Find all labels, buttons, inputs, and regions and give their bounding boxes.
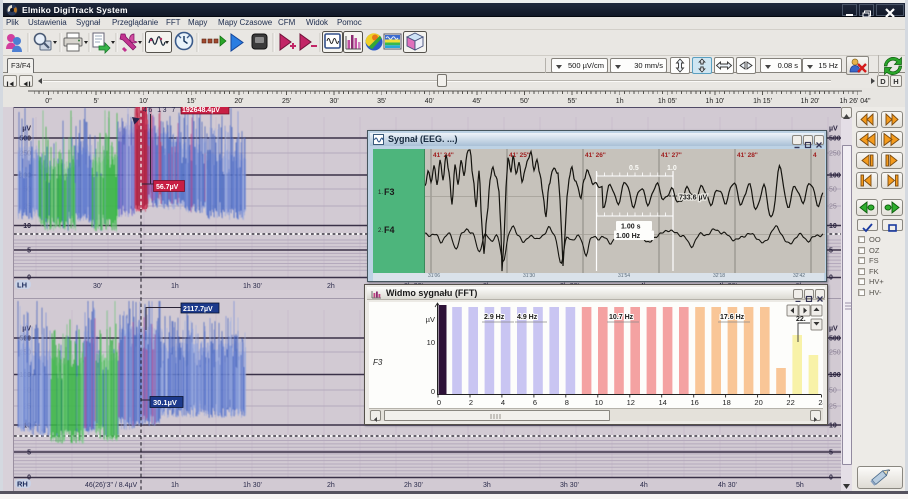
svg-text:733.6 µV: 733.6 µV	[679, 195, 707, 202]
svg-text:µV: µV	[829, 126, 838, 133]
svg-text:17.6 Hz: 17.6 Hz	[720, 314, 745, 321]
svg-text:1h: 1h	[616, 98, 624, 105]
svg-text:20: 20	[754, 398, 762, 407]
svg-text:56.7µV: 56.7µV	[156, 184, 179, 191]
svg-text:2.9 Hz: 2.9 Hz	[484, 314, 505, 321]
svg-text:1h: 1h	[171, 482, 179, 489]
svg-text:6: 6	[533, 398, 537, 407]
svg-text:0: 0	[437, 398, 441, 407]
svg-text:46(26)'3" / 8.4µV: 46(26)'3" / 8.4µV	[85, 482, 138, 489]
svg-text:1.0: 1.0	[667, 165, 677, 172]
svg-text:5: 5	[829, 450, 833, 457]
svg-text:1h 26' 04": 1h 26' 04"	[839, 98, 871, 105]
svg-text:25': 25'	[282, 98, 291, 105]
svg-text:20': 20'	[234, 98, 243, 105]
svg-text:41' 26": 41' 26"	[585, 152, 606, 159]
svg-text:46 13 7 8: 46 13 7 8	[143, 107, 186, 114]
svg-text:1h 15': 1h 15'	[753, 98, 772, 105]
svg-text:50: 50	[829, 187, 837, 194]
svg-text:5: 5	[27, 248, 31, 255]
svg-text:100: 100	[829, 372, 841, 379]
svg-text:1.00 Hz: 1.00 Hz	[616, 233, 641, 240]
svg-text:1h 10': 1h 10'	[705, 98, 724, 105]
svg-text:30': 30'	[93, 283, 102, 290]
svg-text:F3: F3	[373, 358, 383, 367]
svg-text:12: 12	[627, 398, 635, 407]
svg-text:500: 500	[829, 136, 841, 143]
svg-text:LH: LH	[17, 281, 27, 290]
svg-text:500: 500	[829, 336, 841, 343]
svg-text:40': 40'	[425, 98, 434, 105]
svg-text:45': 45'	[472, 98, 481, 105]
svg-text:0.5: 0.5	[629, 165, 639, 172]
svg-text:0: 0	[829, 475, 833, 482]
svg-text:10': 10'	[139, 98, 148, 105]
svg-text:2117.7µV: 2117.7µV	[183, 306, 213, 313]
svg-text:RH: RH	[17, 480, 28, 489]
svg-text:10: 10	[23, 223, 31, 230]
svg-text:4h: 4h	[640, 482, 648, 489]
svg-text:1h 30': 1h 30'	[243, 283, 262, 290]
svg-text:5h: 5h	[796, 482, 804, 489]
svg-text:3h 30': 3h 30'	[560, 482, 579, 489]
svg-text:10: 10	[829, 423, 837, 430]
svg-text:2h: 2h	[327, 283, 335, 290]
svg-text:3h: 3h	[483, 482, 491, 489]
svg-text:2: 2	[469, 398, 473, 407]
svg-text:25: 25	[829, 204, 837, 211]
svg-text:16: 16	[691, 398, 699, 407]
svg-text:22.: 22.	[796, 316, 806, 323]
svg-text:24: 24	[818, 398, 823, 407]
svg-text:15': 15'	[187, 98, 196, 105]
svg-text:0: 0	[431, 387, 435, 396]
svg-text:1.00 s: 1.00 s	[621, 224, 641, 231]
svg-text:41' 27": 41' 27"	[661, 152, 682, 159]
svg-text:10: 10	[829, 223, 837, 230]
svg-text:35': 35'	[377, 98, 386, 105]
svg-text:0": 0"	[45, 98, 52, 105]
svg-text:8: 8	[565, 398, 569, 407]
svg-text:10: 10	[595, 398, 603, 407]
svg-text:4h 30': 4h 30'	[718, 482, 737, 489]
svg-text:25: 25	[829, 404, 837, 411]
svg-text:41' 24": 41' 24"	[433, 152, 454, 159]
svg-text:100: 100	[829, 173, 841, 180]
svg-text:55': 55'	[568, 98, 577, 105]
svg-text:14: 14	[659, 398, 667, 407]
svg-text:41' 28": 41' 28"	[737, 152, 758, 159]
svg-text:1h 20': 1h 20'	[801, 98, 820, 105]
svg-text:50': 50'	[520, 98, 529, 105]
svg-text:5: 5	[829, 248, 833, 255]
svg-text:0: 0	[829, 275, 833, 282]
svg-text:22: 22	[786, 398, 794, 407]
svg-text:30.1µV: 30.1µV	[153, 398, 177, 407]
svg-text:5': 5'	[93, 98, 98, 105]
svg-text:50: 50	[829, 388, 837, 395]
svg-text:µV: µV	[426, 315, 435, 324]
svg-text:10.7 Hz: 10.7 Hz	[609, 314, 634, 321]
svg-text:2h 30': 2h 30'	[404, 482, 423, 489]
svg-text:250: 250	[829, 350, 841, 357]
svg-text:2h: 2h	[327, 482, 335, 489]
svg-text:1h: 1h	[171, 283, 179, 290]
svg-text:µV: µV	[829, 326, 838, 333]
svg-text:250: 250	[829, 151, 841, 158]
svg-text:18: 18	[722, 398, 730, 407]
svg-text:10: 10	[427, 338, 435, 347]
svg-text:30': 30'	[330, 98, 339, 105]
svg-text:4.9 Hz: 4.9 Hz	[517, 314, 538, 321]
svg-text:5: 5	[27, 450, 31, 457]
svg-text:4: 4	[501, 398, 505, 407]
svg-text:1h 30': 1h 30'	[243, 482, 262, 489]
svg-text:4: 4	[813, 152, 817, 159]
svg-text:1h 05': 1h 05'	[658, 98, 677, 105]
svg-text:192648.4µV: 192648.4µV	[182, 107, 220, 114]
